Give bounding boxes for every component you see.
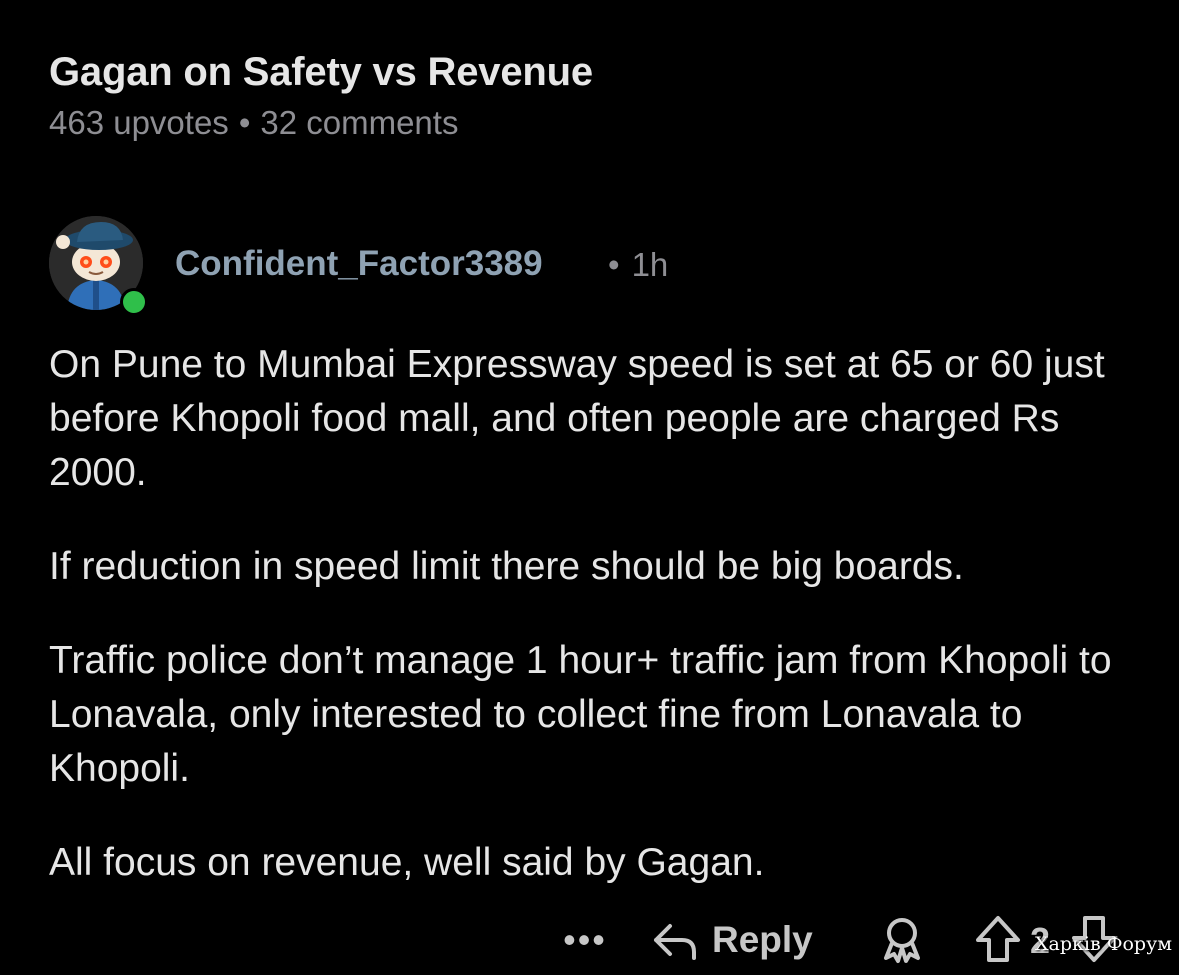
comment-count[interactable]: 32 comments [260,104,458,141]
comment-paragraph: On Pune to Mumbai Expressway speed is se… [49,343,1105,494]
upvote-count: 463 upvotes [49,104,229,141]
reply-arrow-icon [654,924,696,960]
post-meta: 463 upvotes • 32 comments [49,104,458,142]
upvote-icon [976,916,1020,962]
comment-timestamp: 1h [631,246,669,283]
time-separator: • [608,246,620,283]
comment-paragraph: Traffic police don’t manage 1 hour+ traf… [49,639,1112,790]
comment-paragraph: If reduction in speed limit there should… [49,545,964,588]
comment-time: • 1h [608,246,668,284]
upvote-button[interactable] [974,914,1022,964]
meta-separator: • [238,104,251,141]
comment-author[interactable]: Confident_Factor3389 [175,244,543,284]
reply-button[interactable]: Reply [652,910,813,970]
comment-body: On Pune to Mumbai Expressway speed is se… [49,338,1159,930]
watermark: Харків Форум [1035,933,1173,955]
post-title: Gagan on Safety vs Revenue [49,50,593,94]
online-status-indicator [120,288,148,316]
award-icon [884,918,920,963]
more-icon: ••• [563,919,607,960]
more-options-button[interactable]: ••• [560,910,610,970]
award-button[interactable] [878,916,926,964]
reply-label: Reply [712,919,813,960]
comment-paragraph: All focus on revenue, well said by Gagan… [49,841,765,884]
